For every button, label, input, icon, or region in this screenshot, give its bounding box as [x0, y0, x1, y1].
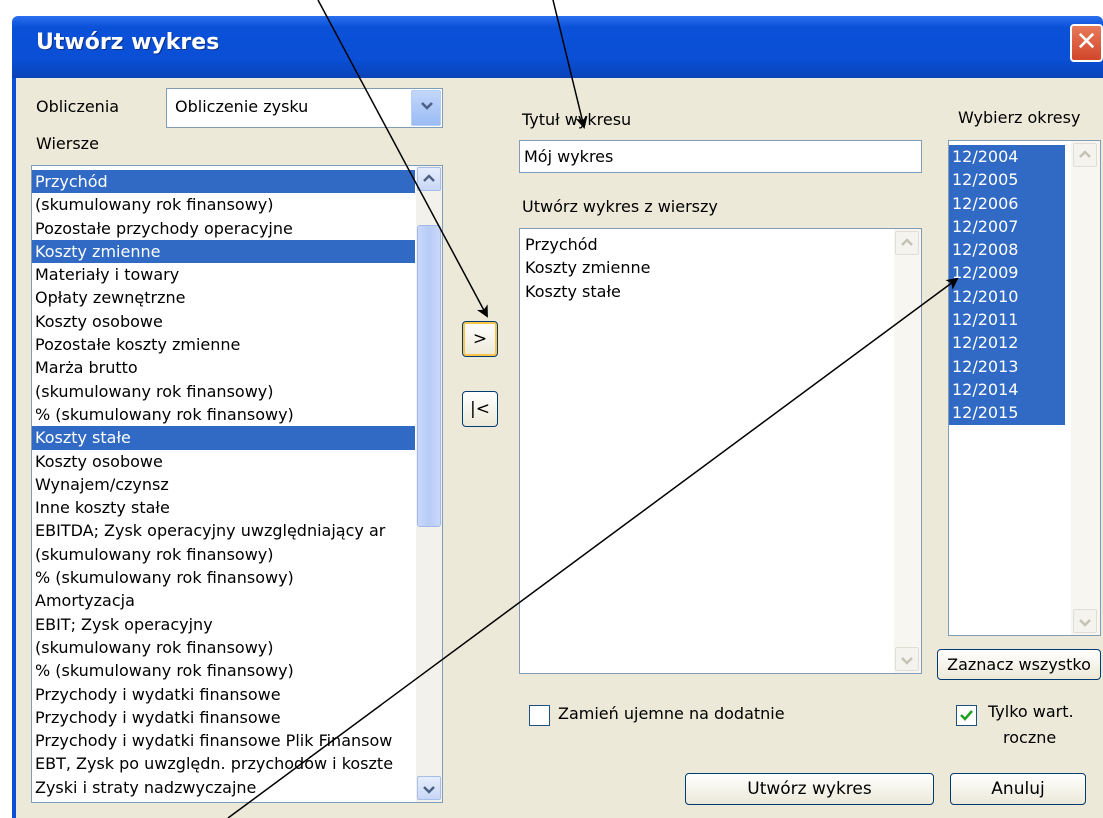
create-chart-dialog: Utwórz wykres ✕ Obliczenia Obliczenie zy… [0, 0, 1103, 818]
annotation-arrows [227, 0, 959, 818]
annotation-arrow [317, 0, 488, 318]
annotation-arrow [227, 277, 959, 818]
annotation-arrow [552, 0, 588, 129]
